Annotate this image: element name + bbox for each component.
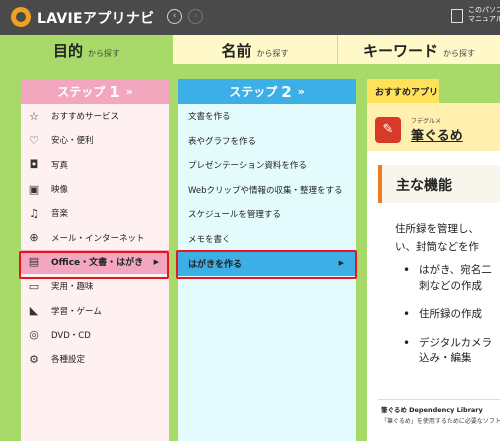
feature-list: はがき、宛名二 刺などの作成 住所録の作成 デジタルカメラ 込み・編集 [401, 263, 500, 380]
category-label: 安心・便利 [51, 136, 94, 147]
description-line: い、封筒などを作 [395, 240, 479, 253]
music-note-icon: ♫ [29, 206, 39, 220]
tab-main-label: キーワード [362, 42, 438, 60]
manual-book-icon[interactable] [451, 9, 463, 23]
purpose-label: プレゼンテーション資料を作る [188, 161, 307, 172]
category-label: 学習・ゲーム [51, 306, 102, 317]
tab-by-name[interactable]: 名前 から探す [173, 35, 337, 64]
app-reading: フデグルメ [411, 118, 442, 125]
category-label: 実用・趣味 [51, 282, 94, 293]
category-label: おすすめサービス [51, 112, 120, 123]
tab-gap [439, 79, 500, 103]
forward-icon[interactable]: › [188, 9, 203, 24]
star-icon: ☆ [29, 109, 39, 123]
purpose-manage-schedule[interactable]: スケジュールを管理する [178, 202, 356, 227]
learning-icon: ◣ [29, 304, 39, 318]
tab-main-label: 目的 [52, 42, 83, 60]
purpose-create-tables-charts[interactable]: 表やグラフを作る [178, 129, 356, 154]
manual-link[interactable]: このパソコン マニュアル [468, 6, 500, 24]
step1-number: 1 [109, 82, 120, 101]
category-label: 音楽 [51, 209, 69, 220]
recommended-apps-tab[interactable]: おすすめアプリ [367, 79, 439, 103]
step2-header: ステップ 2 » [178, 79, 356, 104]
feature-item: はがき、宛名二 刺などの作成 [401, 263, 500, 294]
category-video[interactable]: ▣ 映像 [21, 177, 169, 201]
purpose-label: スケジュールを管理する [188, 210, 281, 221]
tab-sub-label: から探す [256, 49, 289, 58]
highlight-box-step2 [176, 250, 357, 279]
app-name-link[interactable]: 筆ぐるめ [411, 125, 463, 144]
category-mail-internet[interactable]: ⊕ メール・インターネット [21, 225, 169, 249]
features-heading: 主な機能 [378, 165, 500, 203]
purpose-web-clip-collect[interactable]: Webクリップや情報の収集・整理をする [178, 178, 356, 203]
category-label: 写真 [51, 160, 69, 171]
globe-icon: ⊕ [29, 231, 39, 245]
dependency-text: 「筆ぐるめ」を使用するために必要なソフトウ [381, 418, 500, 425]
category-label: 映像 [51, 185, 69, 196]
dependency-library-item[interactable]: 筆ぐるめ Dependency Library 「筆ぐるめ」を使用するために必要… [378, 399, 500, 441]
category-label: DVD・CD [51, 330, 91, 341]
camera-icon: ◘ [29, 158, 39, 172]
category-dvd-cd[interactable]: ◎ DVD・CD [21, 323, 169, 347]
tab-sub-label: から探す [88, 49, 120, 58]
search-mode-tabs: 目的 から探す 名前 から探す キーワード から探す [0, 35, 500, 64]
purpose-label: Webクリップや情報の収集・整理をする [188, 185, 343, 196]
title-bar: LAVIEアプリナビ ‹ › このパソコン マニュアル [0, 0, 500, 35]
chevron-double-right-icon: » [125, 85, 133, 98]
app-description: 住所録を管理し、 い、封筒などを作 [395, 221, 500, 256]
highlight-box-step1 [19, 251, 169, 279]
category-label: 各種設定 [51, 355, 86, 366]
step2-number: 2 [281, 82, 292, 101]
feature-item: 住所録の作成 [401, 307, 500, 323]
back-icon[interactable]: ‹ [167, 9, 182, 24]
step1-header: ステップ 1 » [21, 79, 169, 104]
video-camera-icon: ▣ [28, 182, 40, 196]
lavie-logo-icon [11, 7, 31, 27]
gear-icon: ⚙ [29, 352, 39, 366]
recommended-app-panel: おすすめアプリ ✎ フデグルメ 筆ぐるめ 主な機能 住所録を管理し、 い、封筒な… [367, 79, 500, 441]
category-learning-games[interactable]: ◣ 学習・ゲーム [21, 298, 169, 322]
step2-label: ステップ [229, 85, 278, 99]
category-list: ☆ おすすめサービス ♡ 安心・便利 ◘ 写真 ▣ 映像 ♫ 音楽 ⊕ メール・インターネッ… [21, 104, 169, 371]
purpose-create-document[interactable]: 文書を作る [178, 104, 356, 129]
feature-item: デジタルカメラ 込み・編集 [401, 336, 500, 367]
purpose-create-presentation[interactable]: プレゼンテーション資料を作る [178, 153, 356, 178]
purpose-label: メモを書く [188, 234, 231, 245]
category-safety-convenience[interactable]: ♡ 安心・便利 [21, 128, 169, 152]
category-photos[interactable]: ◘ 写真 [21, 153, 169, 177]
dependency-title: 筆ぐるめ Dependency Library [381, 406, 483, 414]
category-recommended-services[interactable]: ☆ おすすめサービス [21, 104, 169, 128]
category-label: メール・インターネット [51, 233, 145, 244]
toolbox-icon: ▭ [28, 279, 40, 293]
disc-icon: ◎ [29, 328, 39, 342]
fudegurume-app-icon: ✎ [375, 117, 401, 143]
app-card[interactable]: ✎ フデグルメ 筆ぐるめ [367, 103, 500, 151]
tab-by-keyword[interactable]: キーワード から探す [337, 35, 500, 64]
purpose-label: 文書を作る [188, 112, 231, 123]
category-settings[interactable]: ⚙ 各種設定 [21, 347, 169, 371]
step1-label: ステップ [57, 85, 106, 99]
tab-by-purpose[interactable]: 目的 から探す [0, 35, 173, 64]
chevron-double-right-icon: » [297, 85, 305, 98]
tab-sub-label: から探す [443, 49, 475, 58]
description-line: 住所録を管理し、 [395, 223, 479, 235]
purpose-label: 表やグラフを作る [188, 136, 257, 147]
tab-main-label: 名前 [221, 42, 252, 60]
purpose-write-memo[interactable]: メモを書く [178, 227, 356, 252]
category-music[interactable]: ♫ 音楽 [21, 201, 169, 225]
heart-icon: ♡ [29, 133, 39, 147]
app-title: LAVIEアプリナビ [37, 11, 155, 27]
